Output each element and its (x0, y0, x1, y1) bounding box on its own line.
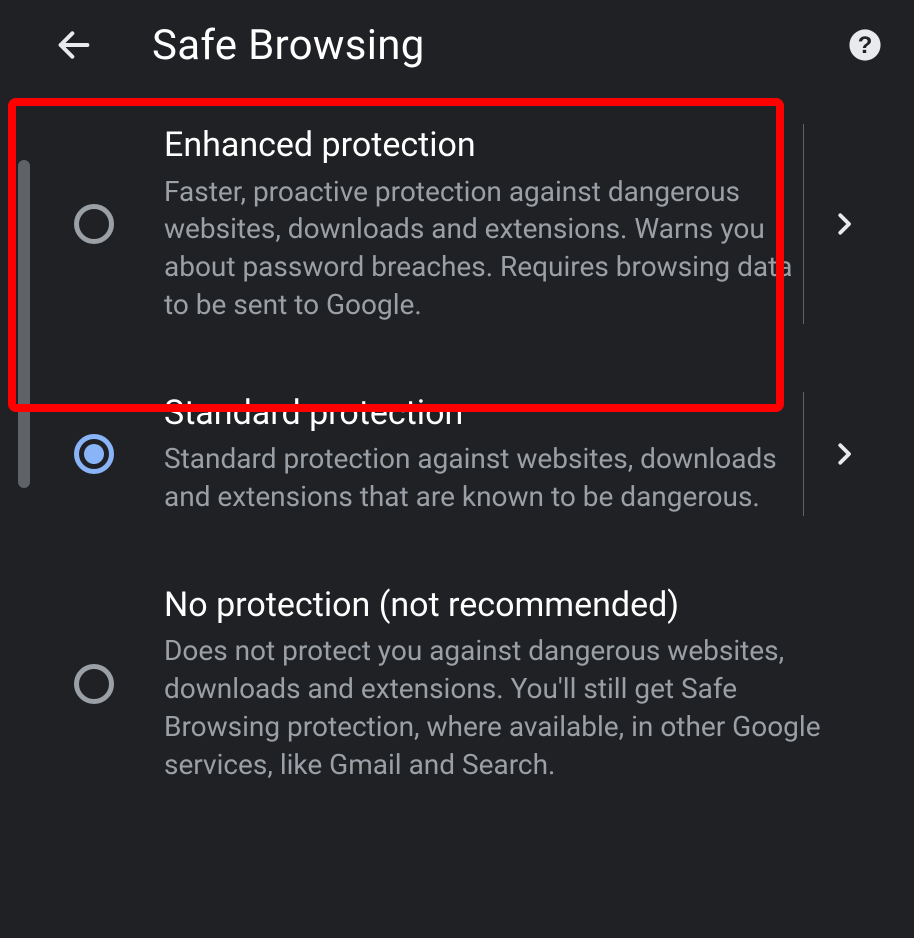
page-title: Safe Browsing (152, 21, 425, 70)
option-enhanced-protection[interactable]: Enhanced protection Faster, proactive pr… (0, 90, 914, 358)
radio-none[interactable] (74, 664, 114, 704)
option-text: No protection (not recommended) Does not… (164, 584, 874, 784)
radio-wrap (24, 434, 164, 474)
radio-enhanced[interactable] (74, 204, 114, 244)
separator (803, 124, 804, 324)
chevron-right-icon (829, 439, 859, 469)
option-description: Faster, proactive protection against dan… (164, 173, 796, 324)
separator (803, 392, 804, 516)
option-text: Standard protection Standard protection … (164, 392, 814, 516)
option-title: No protection (not recommended) (164, 584, 856, 627)
option-no-protection[interactable]: No protection (not recommended) Does not… (0, 550, 914, 818)
details-button-standard[interactable] (814, 439, 874, 469)
help-button[interactable]: ? (846, 26, 884, 64)
back-button[interactable] (50, 21, 98, 69)
option-title: Standard protection (164, 392, 796, 435)
option-description: Standard protection against websites, do… (164, 440, 796, 516)
option-title: Enhanced protection (164, 124, 796, 167)
radio-standard[interactable] (74, 434, 114, 474)
chevron-right-icon (829, 209, 859, 239)
radio-wrap (24, 664, 164, 704)
svg-text:?: ? (858, 32, 873, 59)
options-list: Enhanced protection Faster, proactive pr… (0, 90, 914, 817)
details-button-enhanced[interactable] (814, 209, 874, 239)
header: Safe Browsing ? (0, 0, 914, 90)
help-icon: ? (848, 28, 882, 62)
radio-wrap (24, 204, 164, 244)
option-text: Enhanced protection Faster, proactive pr… (164, 124, 814, 324)
option-standard-protection[interactable]: Standard protection Standard protection … (0, 358, 914, 550)
option-description: Does not protect you against dangerous w… (164, 632, 856, 783)
arrow-left-icon (54, 25, 94, 65)
